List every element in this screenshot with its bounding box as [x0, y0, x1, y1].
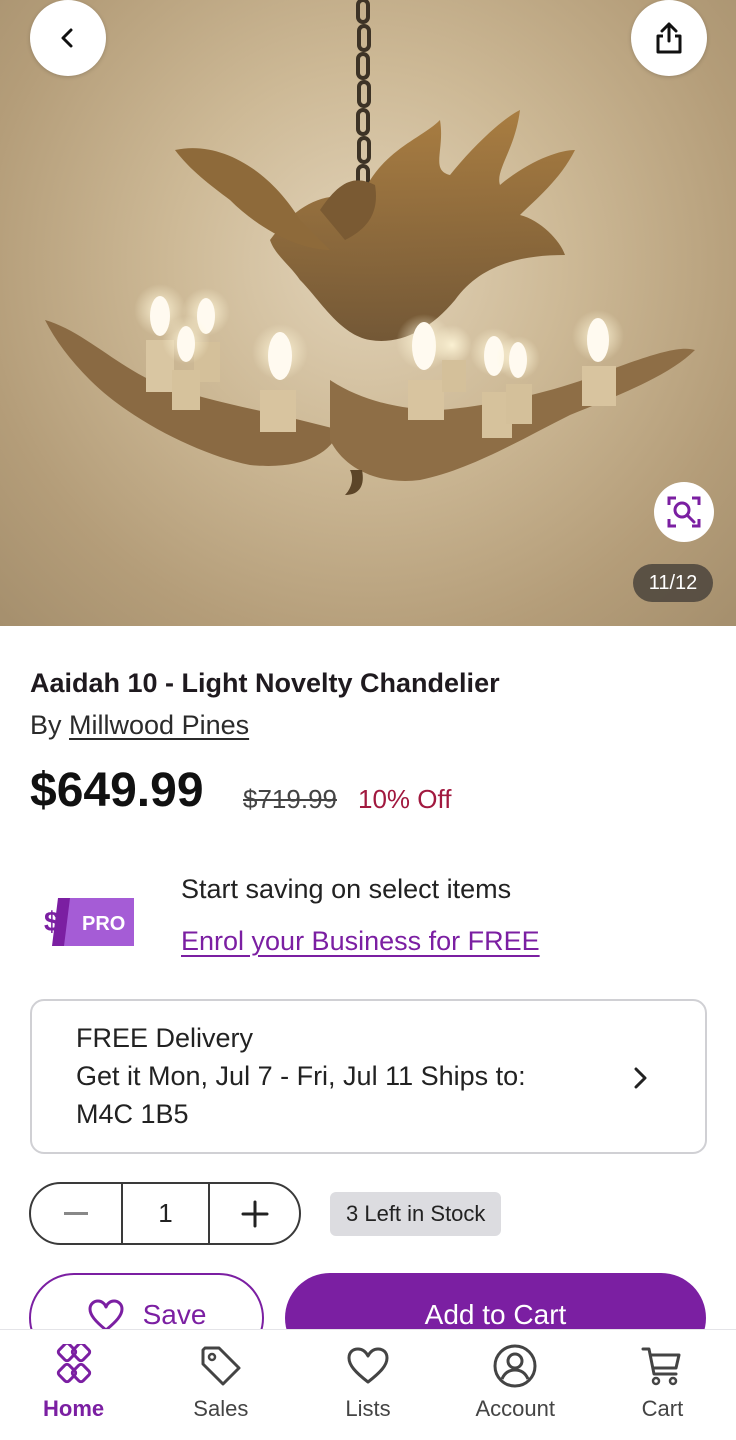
bottom-navigation: Home Sales Lists Account Cart: [0, 1329, 736, 1440]
plus-icon: [241, 1200, 268, 1227]
nav-label-cart: Cart: [641, 1396, 684, 1421]
quantity-value[interactable]: 1: [121, 1184, 210, 1243]
by-label: By: [30, 710, 62, 740]
visual-search-button[interactable]: [654, 482, 714, 542]
chandelier-photo: [45, 0, 695, 495]
enrol-business-link[interactable]: Enrol your Business for FREE: [181, 926, 540, 957]
delivery-card[interactable]: FREE Delivery Get it Mon, Jul 7 - Fri, J…: [30, 999, 707, 1154]
save-label: Save: [142, 1299, 207, 1330]
discount-label: 10% Off: [358, 784, 452, 814]
product-title: Aaidah 10 - Light Novelty Chandelier: [30, 668, 500, 698]
heart-icon: [88, 1299, 124, 1332]
cart-icon: [641, 1347, 681, 1386]
share-button[interactable]: [631, 0, 707, 76]
chevron-right-icon: [634, 1067, 647, 1089]
share-icon: [656, 22, 682, 54]
heart-icon: [347, 1347, 389, 1384]
nav-item-cart[interactable]: Cart: [589, 1330, 736, 1440]
nav-item-sales[interactable]: Sales: [147, 1330, 294, 1440]
nav-label-sales: Sales: [193, 1396, 249, 1421]
tag-icon: [201, 1346, 241, 1386]
delivery-dates: Get it Mon, Jul 7 - Fri, Jul 11 Ships to…: [76, 1061, 526, 1091]
pro-badge-icon: $ PRO: [44, 898, 134, 946]
stock-badge: 3 Left in Stock: [330, 1192, 502, 1236]
minus-icon: [64, 1211, 88, 1215]
increase-quantity-button[interactable]: [210, 1184, 299, 1243]
account-icon: [493, 1344, 537, 1388]
pro-badge-dollar: $: [44, 906, 60, 937]
image-counter: 11/12: [633, 564, 713, 602]
brand-line: By Millwood Pines: [30, 710, 249, 741]
nav-label-account: Account: [475, 1396, 555, 1421]
quantity-stepper: 1: [29, 1182, 301, 1245]
home-icon: [56, 1344, 91, 1384]
pro-badge-text: PRO: [82, 913, 125, 935]
delivery-headline: FREE Delivery: [76, 1023, 254, 1053]
back-button[interactable]: [30, 0, 106, 76]
brand-link[interactable]: Millwood Pines: [69, 710, 249, 740]
product-image[interactable]: 11/12: [0, 0, 736, 626]
visual-search-icon: [667, 496, 701, 528]
chevron-left-icon: [61, 28, 73, 48]
nav-item-home[interactable]: Home: [0, 1330, 147, 1440]
original-price: $719.99: [243, 784, 337, 814]
nav-item-account[interactable]: Account: [442, 1330, 589, 1440]
delivery-postal-code: M4C 1B5: [76, 1099, 189, 1129]
decrease-quantity-button[interactable]: [31, 1184, 121, 1243]
pro-promo-text: Start saving on select items: [181, 874, 512, 904]
nav-label-lists: Lists: [345, 1396, 391, 1421]
current-price: $649.99: [30, 764, 204, 817]
nav-label-home: Home: [43, 1396, 105, 1421]
nav-item-lists[interactable]: Lists: [294, 1330, 441, 1440]
